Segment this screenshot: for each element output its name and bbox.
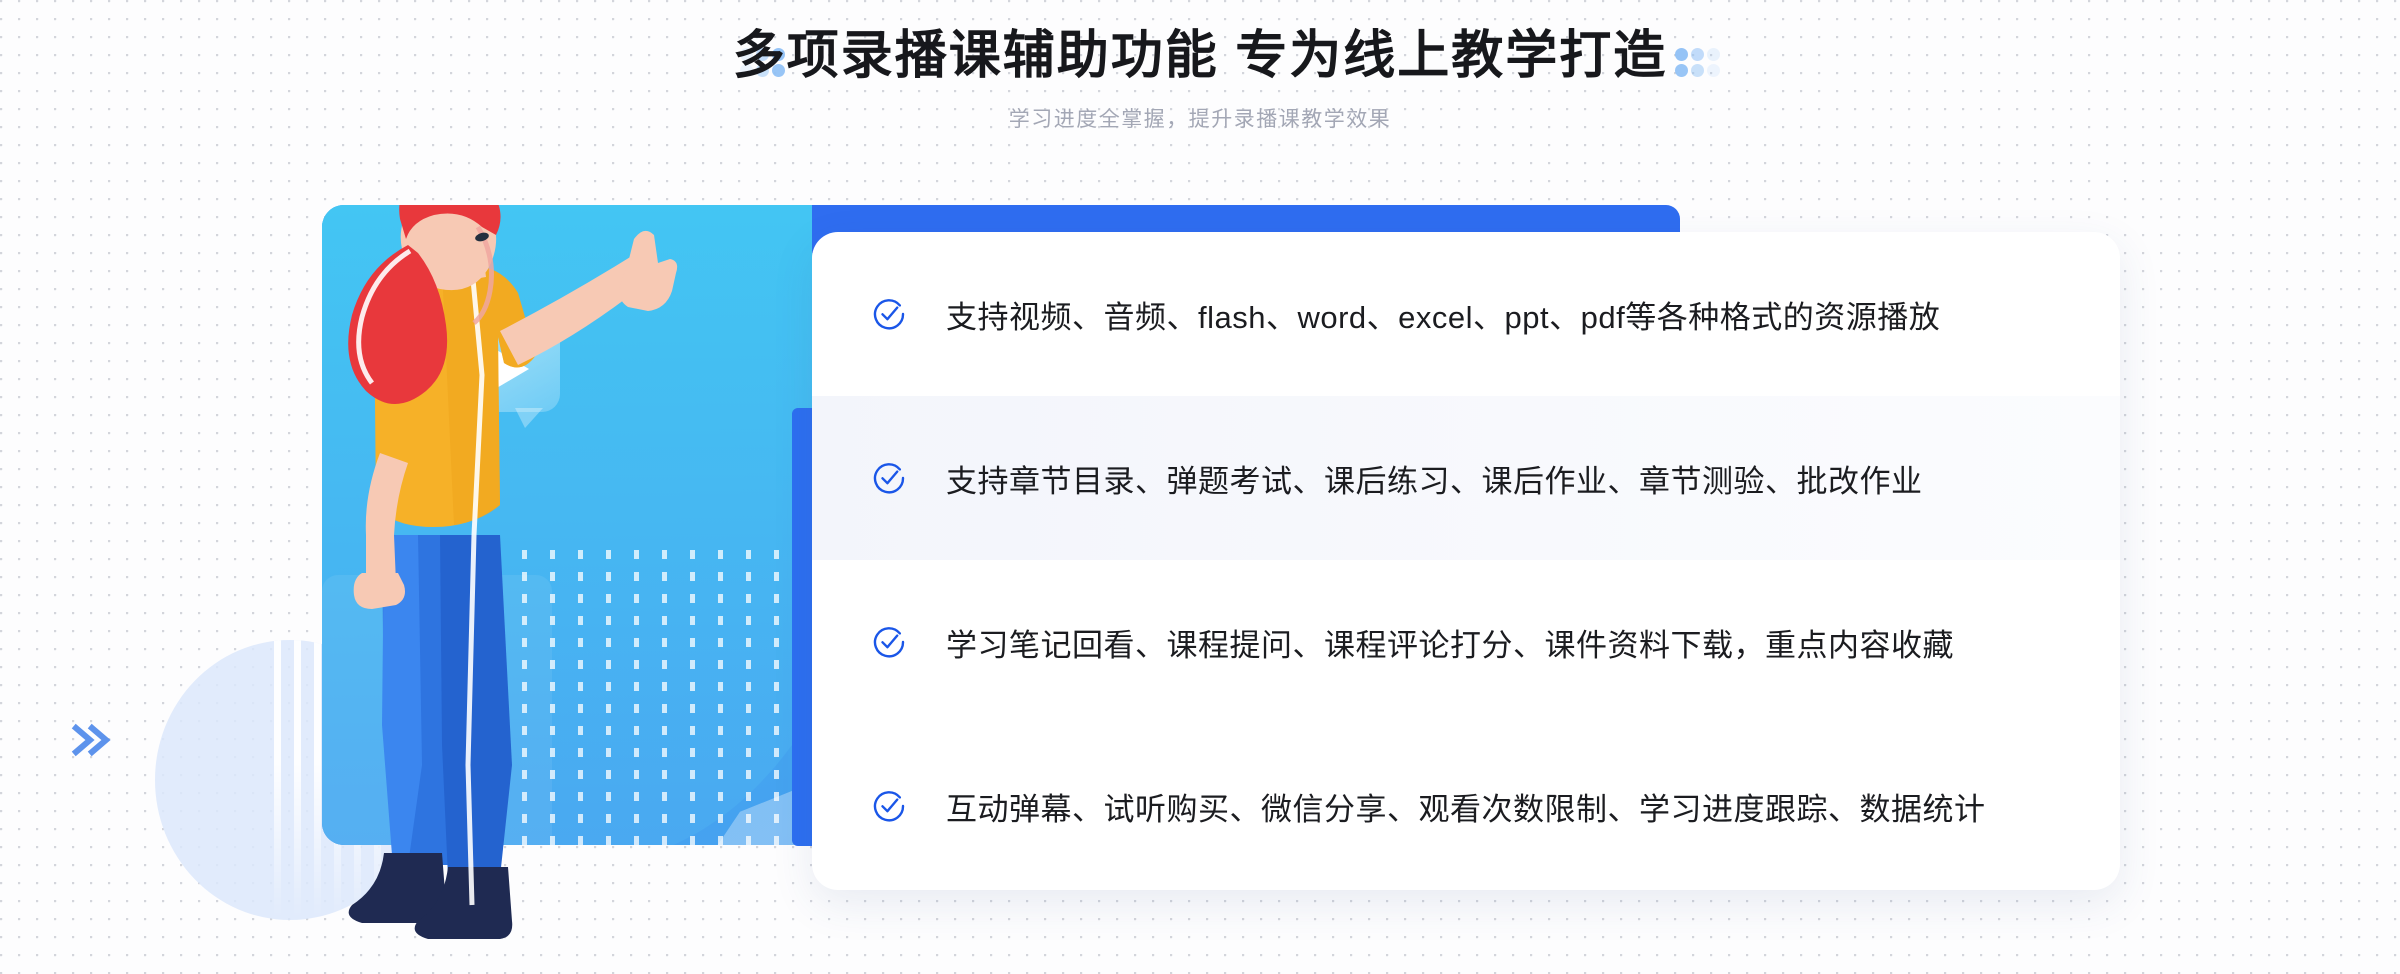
check-circle-icon (872, 461, 906, 495)
page-subtitle: 学习进度全掌握，提升录播课教学效果 (1008, 108, 1392, 132)
play-button-icon (455, 322, 560, 428)
check-circle-icon (872, 297, 906, 331)
feature-row[interactable]: 支持章节目录、弹题考试、课后练习、课后作业、章节测验、批改作业 (812, 396, 2120, 560)
feature-row[interactable]: 互动弹幕、试听购买、微信分享、观看次数限制、学习进度跟踪、数据统计 (812, 724, 2120, 888)
panel-soft-rect (322, 575, 552, 845)
check-circle-icon (872, 625, 906, 659)
play-triangle (495, 349, 529, 389)
page-header: 多项录播课辅助功能 专为线上教学打造 学习进度全掌握，提升录播课教学效果 (0, 0, 2400, 170)
page-title: 多项录播课辅助功能 专为线上教学打造 (732, 27, 1668, 85)
feature-card: 支持视频、音频、flash、word、excel、ppt、pdf等各种格式的资源… (812, 232, 2120, 890)
feature-text: 支持视频、音频、flash、word、excel、ppt、pdf等各种格式的资源… (946, 299, 1941, 335)
check-circle-icon (872, 789, 906, 823)
feature-row[interactable]: 支持视频、音频、flash、word、excel、ppt、pdf等各种格式的资源… (812, 232, 2120, 396)
feature-row[interactable]: 学习笔记回看、课程提问、课程评论打分、课件资料下载，重点内容收藏 (812, 560, 2120, 724)
feature-text: 支持章节目录、弹题考试、课后练习、课后作业、章节测验、批改作业 (946, 463, 1923, 499)
chevron-double-right-icon (68, 718, 112, 762)
page-root: 多项录播课辅助功能 专为线上教学打造 学习进度全掌握，提升录播课教学效果 支持视… (0, 0, 2400, 974)
feature-text: 互动弹幕、试听购买、微信分享、观看次数限制、学习进度跟踪、数据统计 (946, 791, 1986, 827)
feature-text: 学习笔记回看、课程提问、课程评论打分、课件资料下载，重点内容收藏 (946, 627, 1954, 663)
